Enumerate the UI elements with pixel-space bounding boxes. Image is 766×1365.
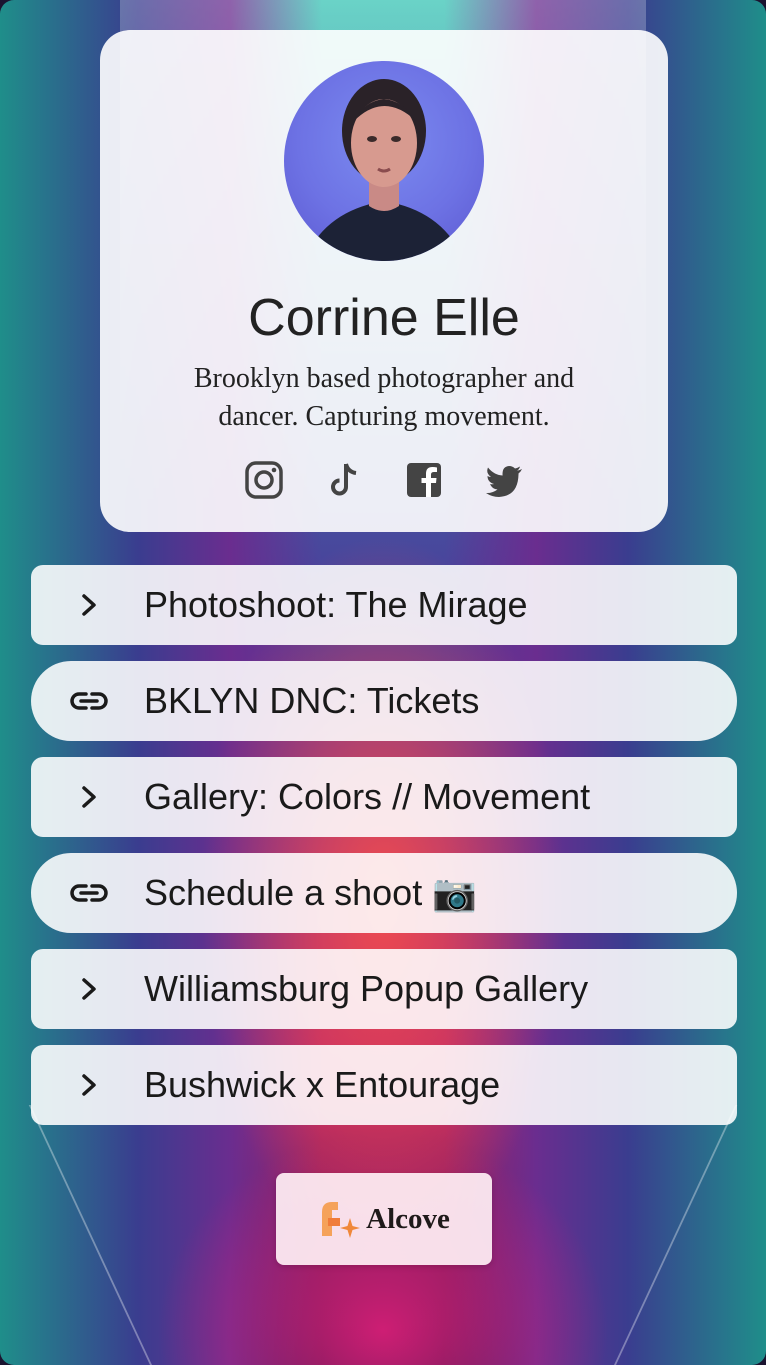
link-item-bushwick-x-entourage[interactable]: Bushwick x Entourage [31, 1045, 737, 1125]
link-label: Photoshoot: The Mirage [144, 584, 528, 625]
alcove-brand-badge[interactable]: Alcove [276, 1173, 492, 1265]
avatar-portrait [304, 79, 464, 261]
link-item-williamsburg-popup-gallery[interactable]: Williamsburg Popup Gallery [31, 949, 737, 1029]
link-in-bio-page: Corrine Elle Brooklyn based photographer… [0, 0, 766, 1365]
corridor-line-left [28, 1105, 152, 1365]
tiktok-icon[interactable] [324, 460, 364, 500]
profile-name: Corrine Elle [248, 289, 520, 347]
link-item-schedule-a-shoot[interactable]: Schedule a shoot 📷 [31, 853, 737, 933]
facebook-icon[interactable] [404, 460, 444, 500]
link-item-gallery-colors-movement[interactable]: Gallery: Colors // Movement [31, 757, 737, 837]
link-item-photoshoot-the-mirage[interactable]: Photoshoot: The Mirage [31, 565, 737, 645]
chevron-right-icon [82, 1074, 96, 1096]
brand-name: Alcove [366, 1202, 450, 1235]
profile-card: Corrine Elle Brooklyn based photographer… [100, 30, 668, 532]
profile-bio: Brooklyn based photographer and dancer. … [193, 363, 575, 432]
link-label: BKLYN DNC: Tickets [144, 680, 480, 721]
link-label: Williamsburg Popup Gallery [144, 968, 589, 1009]
link-label: Bushwick x Entourage [144, 1064, 501, 1105]
link-label: Schedule a shoot 📷 [144, 872, 478, 913]
alcove-logo-icon [322, 1202, 361, 1238]
instagram-icon[interactable] [244, 460, 284, 500]
corridor-line-right [614, 1105, 738, 1365]
twitter-icon[interactable] [484, 460, 524, 500]
chevron-right-icon [82, 978, 96, 1000]
chevron-right-icon [82, 786, 96, 808]
social-links [100, 458, 668, 502]
link-label: Gallery: Colors // Movement [144, 776, 591, 817]
link-icon [70, 884, 108, 902]
link-icon [70, 692, 108, 710]
chevron-right-icon [82, 594, 96, 616]
avatar [284, 61, 484, 261]
link-item-bklyn-dnc-tickets[interactable]: BKLYN DNC: Tickets [31, 661, 737, 741]
